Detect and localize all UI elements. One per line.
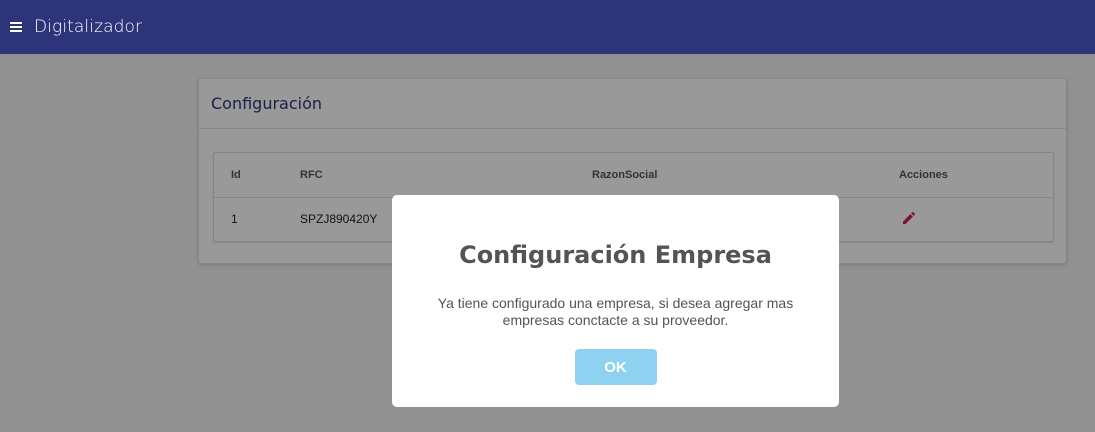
modal-message: Ya tiene configurado una empresa, si des… <box>437 295 794 328</box>
app-bar: Digitalizador <box>0 0 1095 54</box>
modal-title: Configuración Empresa <box>459 241 772 269</box>
ok-button[interactable]: OK <box>574 349 657 385</box>
app-title: Digitalizador <box>34 17 143 37</box>
configuration-modal: Configuración Empresa Ya tiene configura… <box>392 195 839 407</box>
hamburger-menu-icon[interactable] <box>10 22 22 32</box>
